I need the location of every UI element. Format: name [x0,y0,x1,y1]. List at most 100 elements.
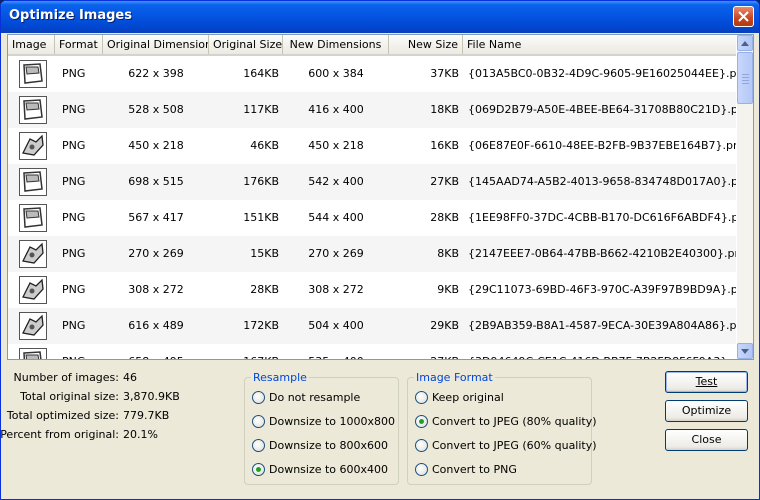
resample-option-1[interactable]: Downsize to 1000x800 [252,413,395,429]
original-size-cell: 46KB [250,139,279,152]
new-dimensions-cell: 308 x 272 [308,283,364,296]
resample-option-3[interactable]: Downsize to 600x400 [252,461,388,477]
percent-value: 20.1% [123,428,158,441]
radio-button[interactable] [415,390,428,404]
original-size-cell: 15KB [250,247,279,260]
radio-button[interactable] [252,438,265,452]
new-dimensions-cell: 544 x 400 [308,211,364,224]
test-button[interactable]: Test [665,371,748,393]
column-header-image[interactable]: Image [8,35,55,54]
new-dimensions-cell: 600 x 384 [308,67,364,80]
close-window-button[interactable] [733,6,754,27]
image-format-option-0[interactable]: Keep original [415,389,504,405]
car-door-thumbnail-icon [19,168,47,196]
original-dimensions-cell: 567 x 417 [128,211,184,224]
resample-option-0[interactable]: Do not resample [252,389,360,405]
image-format-option-3[interactable]: Convert to PNG [415,461,517,477]
scroll-up-button[interactable] [737,35,753,51]
radio-button[interactable] [415,438,428,452]
resample-title: Resample [251,371,309,384]
scroll-down-button[interactable] [737,343,753,359]
close-button-label: Close [691,433,722,446]
window-title: Optimize Images [9,8,132,23]
column-header-format[interactable]: Format [55,35,103,54]
table-row[interactable]: PNG 567 x 417 151KB 544 x 400 28KB {1EE98FF0-… [8,200,736,236]
file-name-cell: {1EE98FF0-37DC-4CBB-B170-DC616F6ABDF4}.p… [468,211,736,224]
column-header-original-size[interactable]: Original Size [209,35,283,54]
radio-button[interactable] [252,462,265,476]
original-size-cell: 164KB [243,67,279,80]
close-button[interactable]: Close [665,429,748,451]
optimize-images-dialog: Optimize Images Image Format Original Di… [0,0,760,500]
original-size-cell: 28KB [250,283,279,296]
format-cell: PNG [62,283,86,296]
table-row[interactable]: PNG 616 x 489 172KB 504 x 400 29KB {2B9AB359-… [8,308,736,344]
radio-button[interactable] [252,414,265,428]
image-format-option-1[interactable]: Convert to JPEG (80% quality) [415,413,597,429]
car-part-thumbnail-icon [19,312,47,340]
car-door-thumbnail-icon [19,60,47,88]
resample-option-label: Downsize to 600x400 [269,462,389,476]
table-row[interactable]: PNG 450 x 218 46KB 450 x 218 16KB {06E87E0F-6… [8,128,736,164]
optimize-button[interactable]: Optimize [665,400,748,422]
original-dimensions-cell: 270 x 269 [128,247,184,260]
new-size-cell: 27KB [389,344,463,359]
original-size-cell: 176KB [243,175,279,188]
radio-button[interactable] [252,390,265,404]
original-dimensions-cell: 622 x 398 [128,67,184,80]
table-row[interactable]: PNG 622 x 398 164KB 600 x 384 37KB {013A5BC0-… [8,56,736,92]
format-cell: PNG [62,319,86,332]
car-part-thumbnail-icon [19,276,47,304]
table-row[interactable]: PNG658 x 495167KB535 x 40027KB{3D94649C-… [8,344,736,359]
column-header-new-size[interactable]: New Size [389,35,463,54]
file-name-cell: {2B9AB359-B8A1-4587-9ECA-30E39A804A86}.p… [468,319,736,332]
original-dimensions-cell: 698 x 515 [128,175,184,188]
format-cell: PNG [55,344,103,359]
original-size-cell: 167KB [209,344,283,359]
image-count-value: 46 [123,371,137,384]
new-dimensions-cell: 504 x 400 [308,319,364,332]
image-format-option-label: Convert to JPEG (60% quality) [432,438,597,452]
new-dimensions-cell: 450 x 218 [308,139,364,152]
image-format-title: Image Format [414,371,495,384]
resample-option-label: Downsize to 1000x800 [269,414,396,428]
original-size-cell: 117KB [243,103,279,116]
scrollbar-thumb[interactable] [737,52,753,104]
optimized-size-label: Total optimized size: [6,409,119,422]
column-header-file-name[interactable]: File Name [463,35,736,54]
car-part-thumbnail-icon [19,240,47,268]
table-row[interactable]: PNG 308 x 272 28KB 308 x 272 9KB {29C11073-69… [8,272,736,308]
file-name-cell: {013A5BC0-0B32-4D9C-9605-9E16025044EE}.p… [468,67,736,80]
new-size-cell: 9KB [437,283,459,296]
image-format-option-label: Convert to JPEG (80% quality) [432,414,597,428]
table-row[interactable]: PNG 270 x 269 15KB 270 x 269 8KB {2147EEE7-0B… [8,236,736,272]
new-dimensions-cell: 416 x 400 [308,103,364,116]
new-size-cell: 18KB [430,103,459,116]
original-size-label: Total original size: [20,390,119,403]
column-header-new-dimensions[interactable]: New Dimensions [283,35,389,54]
original-dimensions-cell: 450 x 218 [128,139,184,152]
image-format-option-2[interactable]: Convert to JPEG (60% quality) [415,437,597,453]
resample-option-2[interactable]: Downsize to 800x600 [252,437,388,453]
new-size-cell: 27KB [430,175,459,188]
new-size-cell: 37KB [430,67,459,80]
format-cell: PNG [62,175,86,188]
title-bar: Optimize Images [1,1,759,33]
format-cell: PNG [62,247,86,260]
table-row[interactable]: PNG 528 x 508 117KB 416 x 400 18KB {069D2B79-… [8,92,736,128]
format-cell: PNG [62,103,86,116]
column-header-original-dimensions[interactable]: Original Dimensions [103,35,209,54]
image-format-option-label: Convert to PNG [432,462,517,476]
file-name-cell: {06E87E0F-6610-48EE-B2FB-9B37EBE164B7}.p… [468,139,736,152]
optimized-size-value: 779.7KB [123,409,170,422]
car-door-thumbnail-icon [19,348,47,359]
original-size-value: 3,870.9KB [123,390,180,403]
car-part-thumbnail-icon [19,132,47,160]
file-name-cell: {3D94649C-CE1C-416D-BB7F-7B2FD8F6F9A3}.p… [463,344,736,359]
images-table[interactable]: Image Format Original Dimensions Origina… [7,34,754,360]
table-row[interactable]: PNG 698 x 515 176KB 542 x 400 27KB {145AAD74-… [8,164,736,200]
car-door-thumbnail-icon [19,204,47,232]
radio-button[interactable] [415,414,428,428]
radio-button[interactable] [415,462,428,476]
vertical-scrollbar[interactable] [737,35,753,359]
